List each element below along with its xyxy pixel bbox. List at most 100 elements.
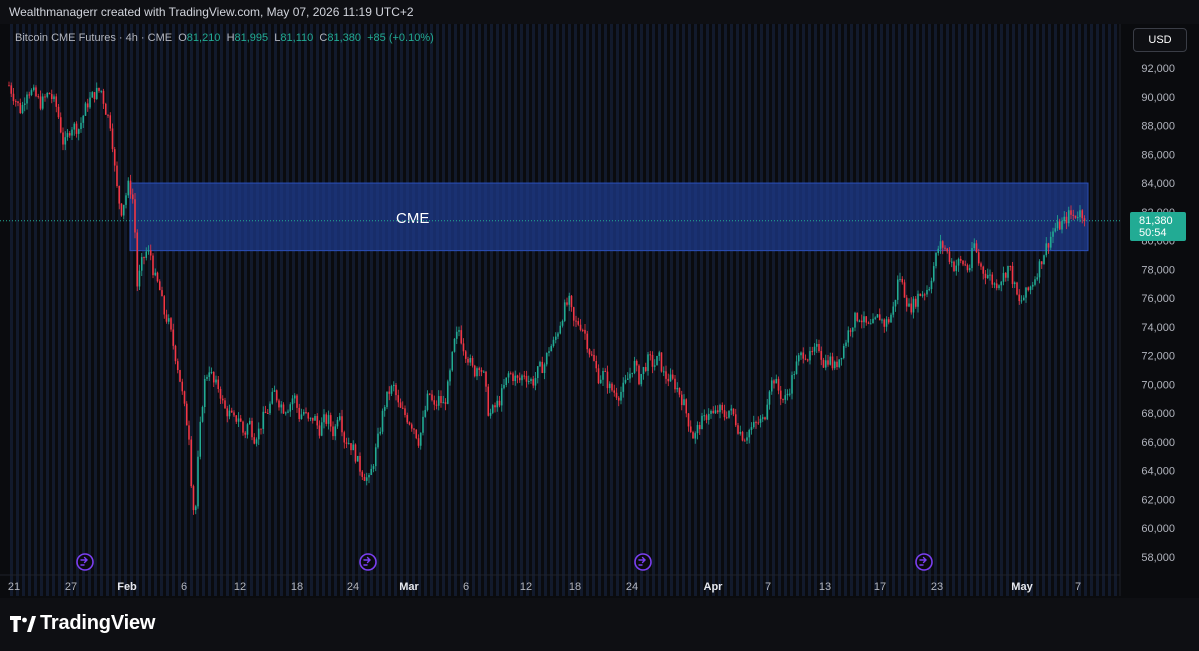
grid-stripe — [226, 24, 229, 596]
candle-body — [221, 398, 224, 401]
candle-body — [710, 410, 712, 414]
grid-stripe — [694, 24, 697, 596]
y-tick-label: 70,000 — [1141, 379, 1175, 391]
candle-body — [698, 424, 701, 430]
candle-body — [1045, 243, 1048, 256]
grid-stripe — [544, 24, 547, 596]
candle-body — [55, 96, 58, 107]
grid-stripe — [916, 24, 919, 596]
tradingview-logo[interactable]: TradingView — [10, 612, 155, 635]
candle-body — [383, 407, 386, 411]
candle-body — [764, 417, 766, 420]
y-tick-label: 92,000 — [1141, 63, 1175, 75]
candle-body — [156, 272, 159, 282]
candle-body — [165, 314, 168, 322]
candle-body — [275, 390, 278, 401]
candle-body — [455, 331, 458, 339]
candle-body — [473, 365, 476, 377]
y-tick-label: 68,000 — [1141, 408, 1175, 420]
price-chart[interactable]: CME 92,00090,00088,00086,00084,00082,000… — [0, 0, 1199, 598]
y-tick-label: 66,000 — [1141, 437, 1175, 449]
grid-stripe — [112, 24, 115, 596]
grid-stripe — [286, 24, 289, 596]
candle-body — [606, 371, 609, 389]
candle-body — [147, 250, 150, 252]
grid-stripe — [460, 24, 463, 596]
candle-body — [212, 372, 215, 383]
candle-body — [948, 251, 951, 262]
candle-body — [1061, 221, 1063, 230]
candle-body — [57, 106, 60, 118]
candle-body — [804, 358, 807, 360]
close-value: 81,380 — [327, 32, 361, 44]
candle-body — [1016, 282, 1018, 295]
candle-body — [730, 408, 733, 411]
candle-body — [53, 96, 55, 100]
last-price-tag: 81,380 50:54 — [1130, 212, 1186, 241]
cme-zone-label: CME — [396, 210, 429, 227]
grid-stripe — [976, 24, 979, 596]
candle-body — [426, 393, 429, 410]
candle-body — [692, 432, 694, 439]
candle-body — [707, 413, 710, 420]
candle-body — [122, 204, 125, 216]
candle-body — [471, 358, 474, 366]
candle-body — [239, 418, 242, 422]
candle-body — [413, 428, 415, 430]
candle-body — [406, 415, 409, 423]
candle-body — [311, 417, 314, 421]
candle-body — [460, 330, 463, 344]
candle-body — [251, 420, 253, 438]
candle-body — [428, 393, 431, 395]
event-marker-icon — [359, 553, 377, 571]
grid-stripe — [394, 24, 397, 596]
candle-body — [435, 404, 438, 406]
grid-stripe — [454, 24, 457, 596]
candle-body — [404, 408, 406, 416]
candle-body — [120, 203, 123, 216]
candle-body — [640, 373, 643, 385]
candle-body — [336, 419, 339, 427]
grid-stripe — [640, 24, 643, 596]
symbol-legend: Bitcoin CME Futures · 4h · CME O81,210 H… — [15, 32, 434, 44]
candle-body — [1009, 265, 1012, 267]
event-marker-icon — [76, 553, 94, 571]
candle-body — [410, 424, 413, 429]
candle-body — [467, 358, 469, 363]
candle-body — [1043, 255, 1045, 265]
candle-body — [593, 354, 595, 361]
candle-body — [127, 180, 130, 196]
candle-body — [494, 405, 496, 408]
candle-body — [224, 400, 226, 409]
candle-body — [415, 429, 418, 439]
candle-body — [917, 293, 919, 307]
grid-stripe — [646, 24, 649, 596]
grid-stripe — [202, 24, 205, 596]
x-tick-label: Apr — [704, 581, 724, 593]
x-tick-label: 17 — [874, 581, 886, 593]
candle-body — [584, 329, 586, 334]
candle-body — [581, 329, 584, 331]
candle-body — [30, 90, 33, 95]
grid-stripe — [826, 24, 829, 596]
candle-body — [111, 128, 114, 150]
grid-stripe — [214, 24, 217, 596]
grid-stripe — [856, 24, 859, 596]
candle-body — [932, 266, 935, 281]
candle-body — [491, 405, 494, 413]
y-tick-label: 90,000 — [1141, 92, 1175, 104]
candle-body — [975, 243, 978, 253]
candle-body — [833, 361, 836, 369]
grid-stripe — [934, 24, 937, 596]
candle-body — [782, 399, 784, 401]
candle-body — [809, 351, 811, 361]
grid-stripe — [28, 24, 31, 596]
candle-body — [590, 354, 593, 356]
currency-button[interactable]: USD — [1133, 28, 1187, 52]
candle-body — [84, 103, 87, 116]
candle-body — [12, 93, 15, 102]
candle-body — [577, 321, 580, 325]
grid-stripe — [688, 24, 691, 596]
grid-stripe — [244, 24, 247, 596]
price-axis[interactable]: 92,00090,00088,00086,00084,00082,00080,0… — [1141, 63, 1175, 564]
